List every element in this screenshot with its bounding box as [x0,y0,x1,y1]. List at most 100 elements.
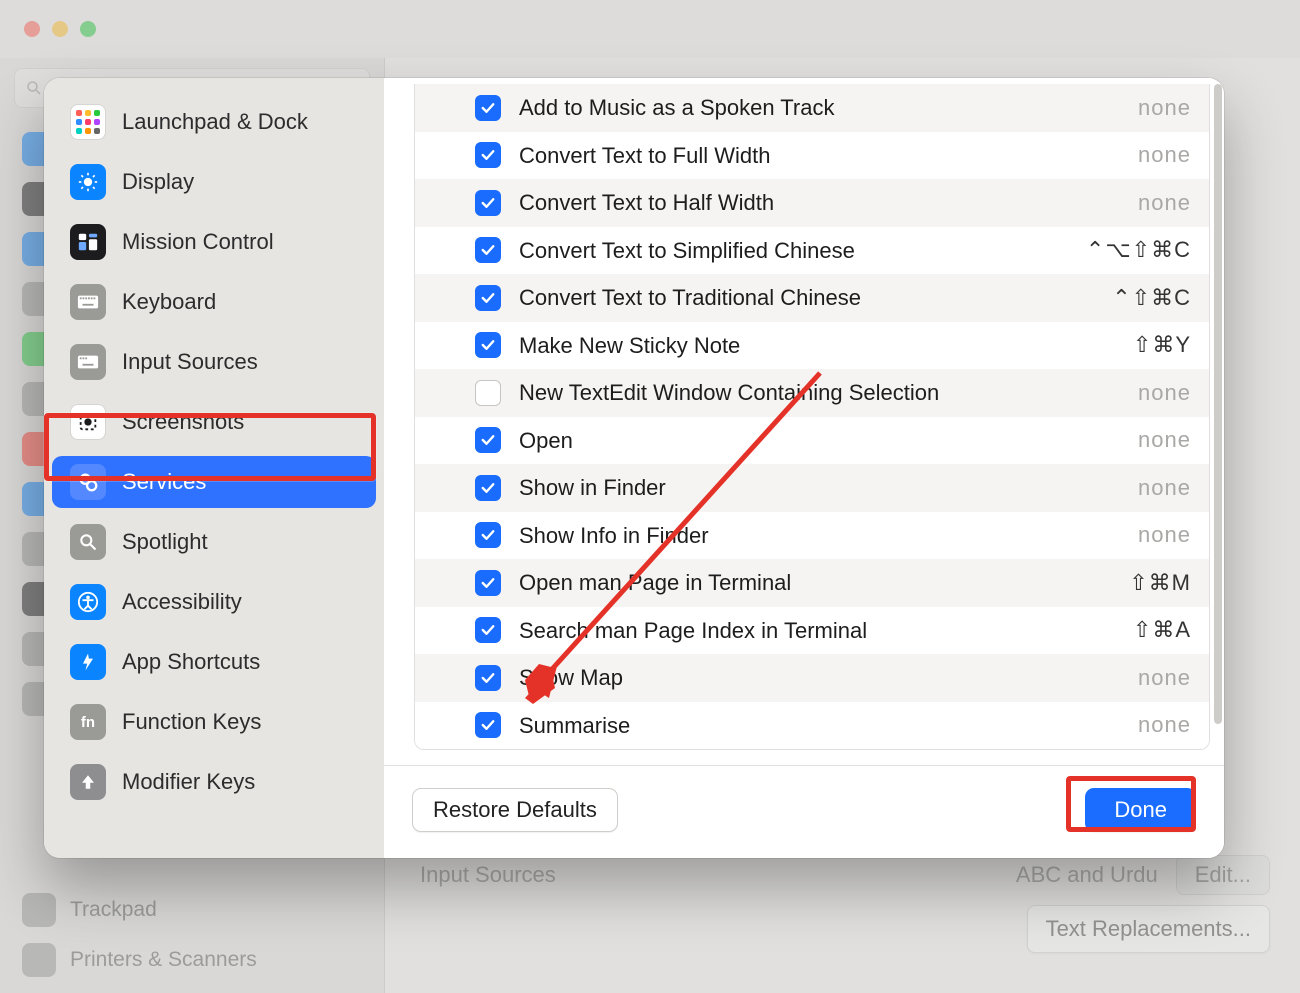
service-label: Make New Sticky Note [519,326,1133,366]
sheet-main: Add to Music as a Spoken TracknoneConver… [384,78,1224,858]
service-label: New TextEdit Window Containing Selection [519,373,1138,413]
service-row[interactable]: Convert Text to Simplified Chinese⌃⌥⇧⌘C [415,227,1209,275]
display-icon [70,164,106,200]
sidebar-item-accessibility[interactable]: Accessibility [52,576,376,628]
service-shortcut[interactable]: none [1138,95,1191,121]
service-row[interactable]: Show in Findernone [415,464,1209,512]
input-sources-icon [70,344,106,380]
service-checkbox[interactable] [475,475,501,501]
sidebar-item-label: App Shortcuts [122,649,260,675]
service-checkbox[interactable] [475,617,501,643]
service-shortcut[interactable]: ⇧⌘Y [1133,332,1191,358]
service-shortcut[interactable]: none [1138,475,1191,501]
sheet-footer: Restore Defaults Done [384,765,1224,858]
service-label: Summarise [519,706,1138,746]
service-row[interactable]: Convert Text to Half Widthnone [415,179,1209,227]
service-shortcut[interactable]: ⌃⇧⌘C [1112,285,1191,311]
accessibility-icon [70,584,106,620]
sidebar-item-launchpad[interactable]: Launchpad & Dock [52,96,376,148]
service-checkbox[interactable] [475,332,501,358]
sidebar-item-label: Spotlight [122,529,208,555]
service-row[interactable]: Opennone [415,417,1209,465]
service-checkbox[interactable] [475,570,501,596]
sidebar-item-app-shortcuts[interactable]: App Shortcuts [52,636,376,688]
services-list: Add to Music as a Spoken TracknoneConver… [414,84,1210,750]
sidebar-item-function-keys[interactable]: fn Function Keys [52,696,376,748]
service-shortcut[interactable]: none [1138,380,1191,406]
screenshots-icon [70,404,106,440]
service-row[interactable]: Show Info in Findernone [415,512,1209,560]
service-row[interactable]: Convert Text to Full Widthnone [415,132,1209,180]
service-checkbox[interactable] [475,142,501,168]
app-shortcuts-icon [70,644,106,680]
done-button[interactable]: Done [1085,788,1196,832]
service-checkbox[interactable] [475,285,501,311]
service-checkbox[interactable] [475,95,501,121]
spotlight-icon [70,524,106,560]
service-checkbox[interactable] [475,237,501,263]
sidebar-item-label: Screenshots [122,409,244,435]
sidebar-item-spotlight[interactable]: Spotlight [52,516,376,568]
service-shortcut[interactable]: ⇧⌘A [1133,617,1191,643]
sidebar-item-label: Mission Control [122,229,274,255]
keyboard-shortcuts-sheet: Launchpad & Dock Display Mission Control… [44,78,1224,858]
service-row[interactable]: Convert Text to Traditional Chinese⌃⇧⌘C [415,274,1209,322]
modifier-keys-icon [70,764,106,800]
service-row[interactable]: Open man Page in Terminal⇧⌘M [415,559,1209,607]
sidebar-item-label: Keyboard [122,289,216,315]
sidebar-item-modifier-keys[interactable]: Modifier Keys [52,756,376,808]
service-checkbox[interactable] [475,712,501,738]
service-row[interactable]: Summarisenone [415,702,1209,750]
service-shortcut[interactable]: none [1138,522,1191,548]
service-label: Open man Page in Terminal [519,563,1129,603]
service-shortcut[interactable]: ⇧⌘M [1129,570,1191,596]
service-label: Search man Page Index in Terminal [519,611,1133,651]
sidebar-item-screenshots[interactable]: Screenshots [52,396,376,448]
sidebar-item-label: Input Sources [122,349,258,375]
service-checkbox[interactable] [475,190,501,216]
service-shortcut[interactable]: none [1138,665,1191,691]
sidebar-item-input-sources[interactable]: Input Sources [52,336,376,388]
sidebar-item-mission-control[interactable]: Mission Control [52,216,376,268]
sidebar-item-label: Modifier Keys [122,769,255,795]
sheet-sidebar: Launchpad & Dock Display Mission Control… [44,78,384,858]
service-shortcut[interactable]: none [1138,427,1191,453]
service-label: Convert Text to Traditional Chinese [519,278,1112,318]
mission-control-icon [70,224,106,260]
service-shortcut[interactable]: ⌃⌥⇧⌘C [1086,237,1191,263]
service-checkbox[interactable] [475,380,501,406]
sidebar-item-label: Launchpad & Dock [122,109,308,135]
service-row[interactable]: Add to Music as a Spoken Tracknone [415,84,1209,132]
keyboard-icon [70,284,106,320]
service-checkbox[interactable] [475,522,501,548]
service-shortcut[interactable]: none [1138,142,1191,168]
services-icon [70,464,106,500]
sidebar-item-display[interactable]: Display [52,156,376,208]
service-checkbox[interactable] [475,665,501,691]
sidebar-item-label: Function Keys [122,709,261,735]
sidebar-item-label: Services [122,469,206,495]
service-row[interactable]: Show Mapnone [415,654,1209,702]
sidebar-item-keyboard[interactable]: Keyboard [52,276,376,328]
service-label: Convert Text to Full Width [519,136,1138,176]
service-label: Open [519,421,1138,461]
service-row[interactable]: Make New Sticky Note⇧⌘Y [415,322,1209,370]
service-label: Convert Text to Half Width [519,183,1138,223]
sidebar-item-label: Accessibility [122,589,242,615]
sidebar-item-services[interactable]: Services [52,456,376,508]
service-label: Convert Text to Simplified Chinese [519,231,1086,271]
scrollbar[interactable] [1214,84,1222,724]
service-row[interactable]: Search man Page Index in Terminal⇧⌘A [415,607,1209,655]
sidebar-item-label: Display [122,169,194,195]
restore-defaults-button[interactable]: Restore Defaults [412,788,618,832]
function-keys-icon: fn [70,704,106,740]
service-checkbox[interactable] [475,427,501,453]
service-row[interactable]: New TextEdit Window Containing Selection… [415,369,1209,417]
service-shortcut[interactable]: none [1138,190,1191,216]
service-label: Show in Finder [519,468,1138,508]
service-shortcut[interactable]: none [1138,712,1191,738]
service-label: Show Info in Finder [519,516,1138,556]
launchpad-icon [70,104,106,140]
service-label: Show Map [519,658,1138,698]
service-label: Add to Music as a Spoken Track [519,88,1138,128]
